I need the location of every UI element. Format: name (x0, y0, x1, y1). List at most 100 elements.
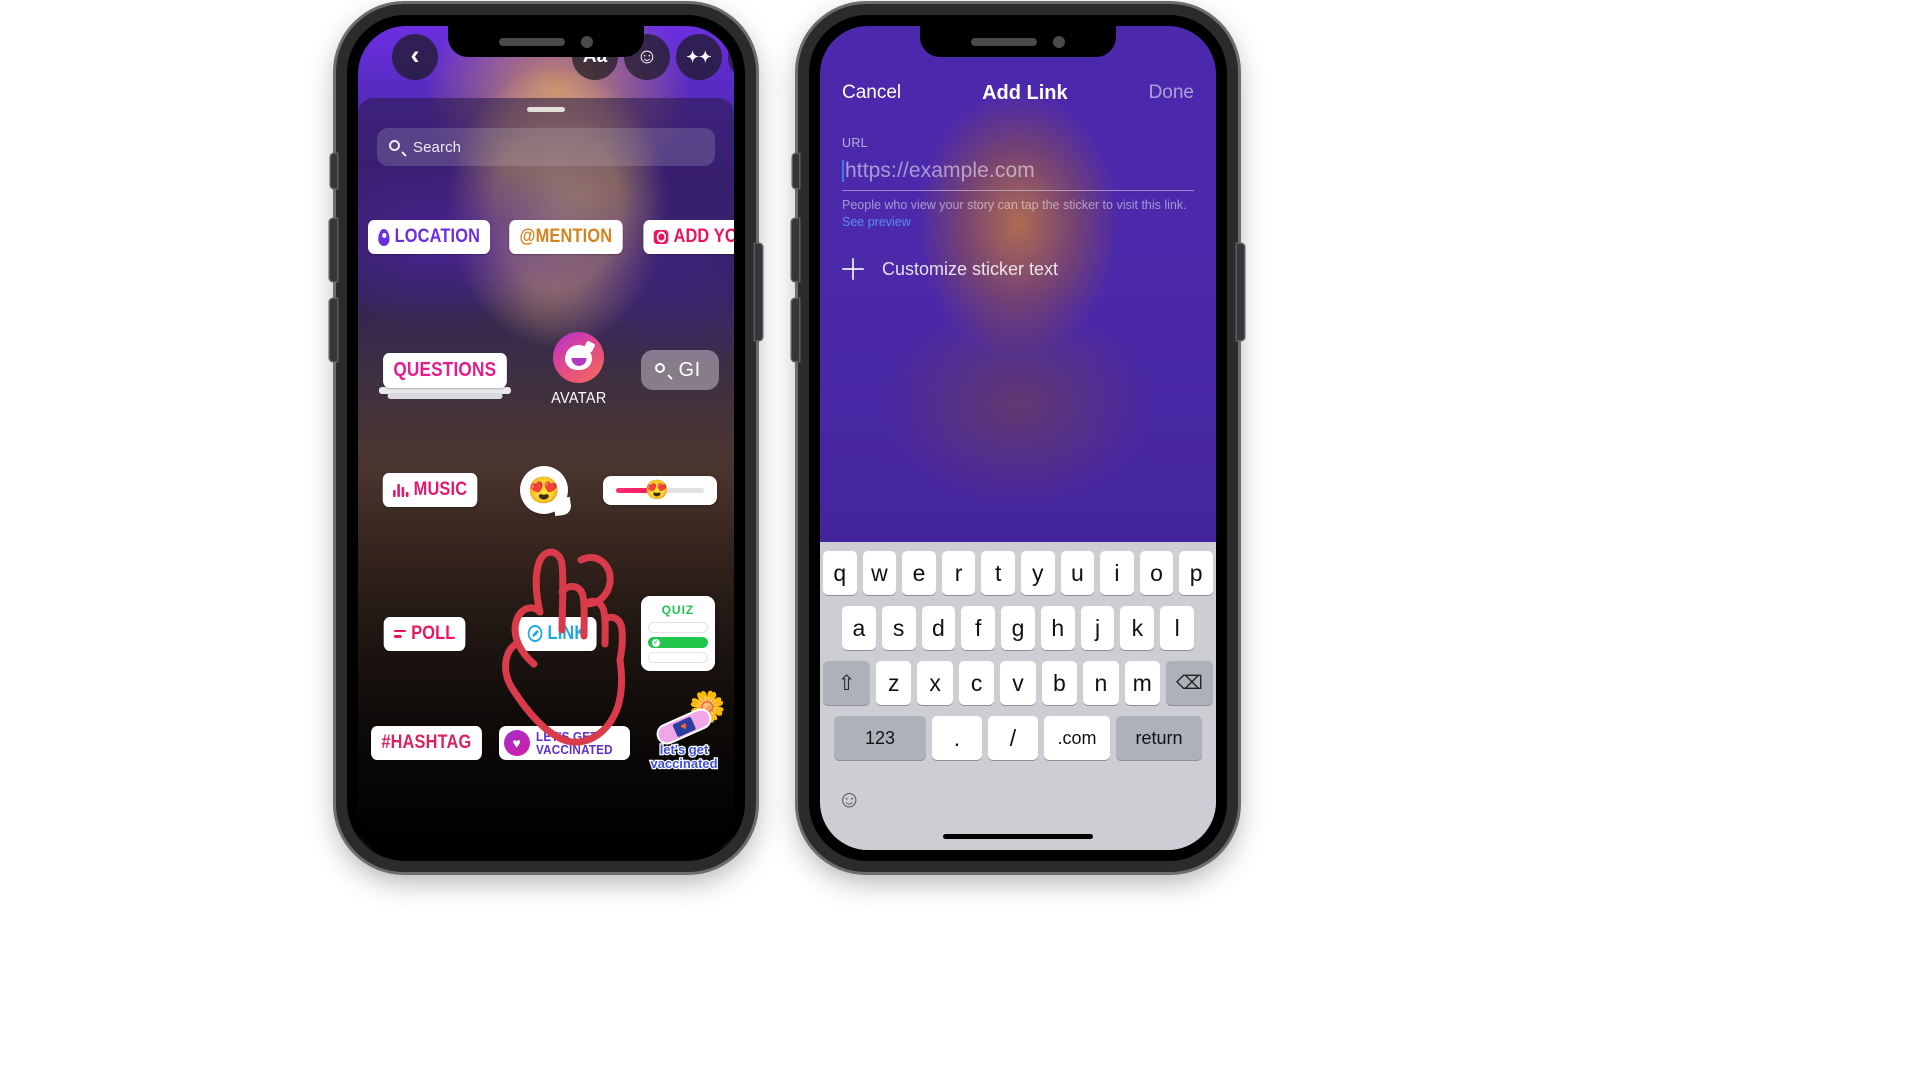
key-f[interactable]: f (961, 606, 996, 650)
sticker-vaccinated-text: LET'S GET VACCINATED (536, 730, 613, 757)
sticker-row-5: #HASHTAG ♥ LET'S GET VACCINATED 🌼 ♥ let'… (358, 691, 734, 771)
see-preview-link[interactable]: See preview (842, 215, 1194, 229)
backspace-icon: ⌫ (1176, 672, 1203, 694)
right-phone-screen: Cancel Add Link Done URL https://example… (820, 26, 1216, 850)
emoji-keyboard-button[interactable]: ☺ (837, 786, 862, 814)
sticker-emoji-slider[interactable]: 😍 (602, 475, 717, 505)
search-placeholder: Search (413, 138, 462, 156)
key-o[interactable]: o (1139, 551, 1174, 595)
key-w[interactable]: w (862, 551, 897, 595)
url-underline (842, 190, 1194, 191)
poll-bars-icon (394, 629, 407, 638)
sticker-questions-label: QUESTIONS (393, 358, 497, 381)
slash-key[interactable]: / (988, 716, 1038, 760)
power-button[interactable] (1237, 244, 1244, 340)
left-phone-screen: ‹ Aa ☺ ✦✦ (358, 26, 734, 850)
key-v[interactable]: v (1000, 661, 1036, 705)
sticker-hashtag[interactable]: #HASHTAG (371, 726, 482, 761)
sticker-row-2: QUESTIONS AVATAR GI (358, 332, 734, 408)
url-input[interactable]: https://example.com (842, 156, 1194, 186)
key-c[interactable]: c (958, 661, 995, 705)
shift-key[interactable]: ⇧ (823, 661, 871, 705)
back-button[interactable]: ‹ (392, 34, 438, 80)
avatar-face-icon (565, 345, 593, 370)
sheet-grabber-handle[interactable] (527, 107, 565, 112)
key-s[interactable]: s (881, 606, 916, 650)
more-tools-button[interactable] (728, 34, 734, 80)
sticker-location-label: LOCATION (394, 226, 481, 247)
slider-emoji-knob[interactable]: 😍 (645, 478, 669, 502)
sparkle-icon: ✦✦ (686, 49, 712, 66)
key-a[interactable]: a (841, 606, 876, 650)
sticker-row-3: MUSIC 😍 😍 (358, 466, 734, 514)
sticker-gif-search[interactable]: GI (640, 350, 719, 390)
sticker-row-6: 1 3 5 COUNTDOWN 71°F (358, 848, 734, 850)
key-h[interactable]: h (1040, 606, 1075, 650)
keyboard-row-1: q w e r t y u i o p (823, 551, 1213, 595)
sticker-emoji-reaction[interactable]: 😍 (520, 466, 569, 514)
effects-tool-button[interactable]: ✦✦ (676, 34, 722, 80)
sticker-mention[interactable]: @MENTION (509, 220, 623, 254)
quiz-option-2-correct (647, 637, 708, 648)
sticker-tray-sheet: Search LOCATION @MENTION ADD Y QUESTIONS… (358, 98, 734, 850)
key-t[interactable]: t (981, 551, 1015, 595)
return-key[interactable]: return (1116, 716, 1202, 760)
numbers-key[interactable]: 123 (834, 716, 926, 760)
period-key[interactable]: . (932, 716, 982, 760)
done-button[interactable]: Done (1149, 82, 1194, 104)
key-n[interactable]: n (1083, 661, 1119, 705)
key-b[interactable]: b (1041, 661, 1078, 705)
volume-up-button[interactable] (330, 219, 337, 281)
sticker-vaccinated-illustration[interactable]: 🌼 ♥ let's get vaccinated (638, 691, 730, 771)
volume-up-button[interactable] (792, 219, 799, 281)
sticker-search-input[interactable]: Search (377, 128, 715, 166)
sticker-music[interactable]: MUSIC (382, 473, 478, 507)
avatar-gradient-circle (553, 332, 605, 383)
earpiece-speaker (499, 37, 565, 46)
camera-icon (653, 230, 669, 244)
sticker-hashtag-label: #HASHTAG (381, 732, 472, 754)
mute-switch[interactable] (331, 154, 337, 188)
sticker-avatar[interactable]: AVATAR (548, 332, 610, 408)
front-camera (1053, 35, 1065, 48)
home-indicator[interactable] (943, 834, 1093, 839)
volume-down-button[interactable] (792, 299, 799, 361)
at-icon-label: @MENTION (519, 226, 613, 247)
key-p[interactable]: p (1179, 551, 1213, 595)
key-d[interactable]: d (921, 606, 956, 650)
sticker-temperature[interactable]: 71°F (650, 848, 723, 850)
left-phone-notch (448, 26, 644, 57)
sticker-add-yours[interactable]: ADD YOURS (643, 220, 734, 254)
sticker-location[interactable]: LOCATION (367, 220, 491, 254)
sticker-poll[interactable]: POLL (383, 616, 466, 651)
key-m[interactable]: m (1124, 661, 1160, 705)
front-camera (581, 35, 593, 48)
mute-switch[interactable] (793, 154, 799, 188)
customize-sticker-text-row[interactable]: Customize sticker text (842, 258, 1194, 280)
key-z[interactable]: z (876, 661, 912, 705)
key-q[interactable]: q (823, 551, 857, 595)
key-x[interactable]: x (917, 661, 953, 705)
key-j[interactable]: j (1080, 606, 1115, 650)
sticker-link[interactable]: LINK (517, 616, 597, 651)
sticker-add-yours-label: ADD YOURS (673, 226, 734, 247)
sticker-questions[interactable]: QUESTIONS (373, 352, 517, 399)
dotcom-key[interactable]: .com (1044, 716, 1110, 760)
keyboard-row-2: a s d f g h j k l (823, 606, 1213, 650)
key-e[interactable]: e (902, 551, 936, 595)
volume-down-button[interactable] (330, 299, 337, 361)
cancel-button[interactable]: Cancel (842, 82, 901, 104)
power-button[interactable] (755, 244, 762, 340)
key-u[interactable]: u (1060, 551, 1095, 595)
delete-key[interactable]: ⌫ (1165, 661, 1213, 705)
sticker-lets-get-vaccinated[interactable]: ♥ LET'S GET VACCINATED (498, 725, 630, 761)
key-k[interactable]: k (1120, 606, 1155, 650)
key-l[interactable]: l (1160, 606, 1195, 650)
key-g[interactable]: g (1001, 606, 1035, 650)
key-y[interactable]: y (1021, 551, 1055, 595)
key-i[interactable]: i (1100, 551, 1134, 595)
sticker-gif-label: GI (678, 358, 701, 381)
key-r[interactable]: r (941, 551, 976, 595)
sticker-quiz[interactable]: QUIZ (640, 596, 715, 671)
location-pin-icon (378, 228, 390, 246)
